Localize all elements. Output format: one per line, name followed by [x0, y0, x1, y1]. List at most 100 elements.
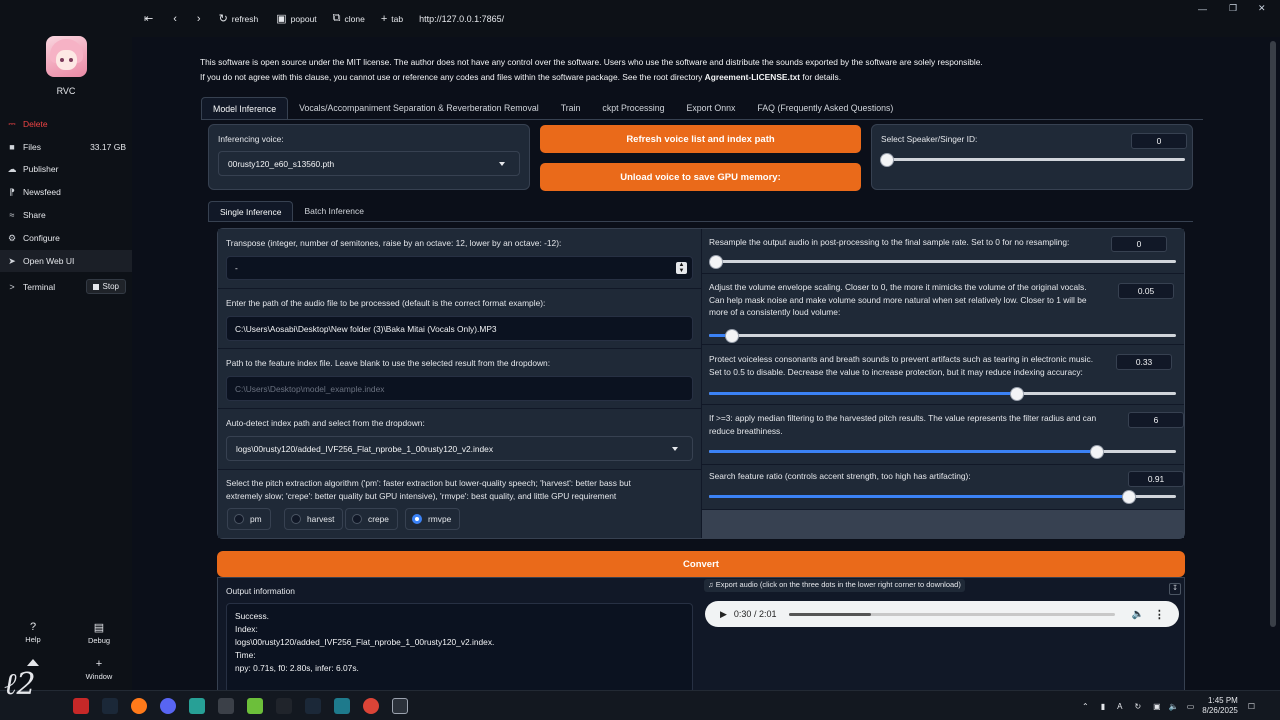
app-avatar[interactable] — [46, 36, 87, 77]
pitch-option-pm[interactable]: pm — [227, 508, 271, 530]
tab-single-inference[interactable]: Single Inference — [208, 201, 294, 221]
speaker-slider[interactable] — [881, 153, 1185, 166]
minimize-icon[interactable]: — — [1198, 4, 1207, 14]
tab-batch-inference[interactable]: Batch Inference — [293, 201, 375, 221]
chrome-icon[interactable] — [363, 698, 379, 714]
battery-icon[interactable]: ▭ — [1187, 702, 1195, 711]
home-icon[interactable] — [27, 656, 39, 666]
download-icon[interactable]: ↧ — [1169, 583, 1181, 595]
sidebar-item-newsfeed[interactable]: ⁋ Newsfeed — [0, 181, 132, 203]
median-input[interactable]: 6 — [1128, 412, 1184, 428]
unload-voice-button[interactable]: Unload voice to save GPU memory: — [540, 163, 861, 191]
tab-model-inference[interactable]: Model Inference — [201, 97, 289, 119]
app-icon-teal[interactable] — [189, 698, 205, 714]
app-icon-book[interactable] — [334, 698, 350, 714]
speaker-icon[interactable]: 🔈 — [1169, 702, 1179, 711]
more-options-icon[interactable]: ⋮ — [1154, 608, 1165, 621]
index-path-input[interactable]: C:\Users\Desktop\model_example.index — [226, 376, 693, 401]
audio-progress[interactable] — [789, 612, 1116, 616]
app-icon-red[interactable] — [73, 698, 89, 714]
debug-button[interactable]: ▤ Debug — [79, 621, 119, 645]
transpose-input[interactable]: - ▲ ▼ — [226, 256, 693, 280]
slider-thumb[interactable] — [710, 255, 722, 268]
url-bar[interactable]: http://127.0.0.1:7865/ — [419, 14, 504, 24]
protect-input[interactable]: 0.33 — [1116, 354, 1172, 370]
window-button[interactable]: + Window — [79, 658, 119, 681]
sync-icon[interactable]: ↻ — [1134, 702, 1141, 711]
pinokio-icon[interactable] — [392, 698, 408, 714]
voice-dropdown[interactable]: 00rusty120_e60_s13560.pth — [218, 151, 520, 176]
help-button[interactable]: ? Help — [13, 621, 53, 644]
sidebar-item-label: Configure — [23, 233, 60, 243]
firefox-icon[interactable] — [131, 698, 147, 714]
volume-icon[interactable]: 🔈 — [1131, 609, 1143, 620]
volume-slider[interactable] — [709, 329, 1176, 342]
slider-thumb[interactable] — [1011, 387, 1024, 400]
pitch-option-crepe[interactable]: crepe — [345, 508, 398, 530]
sidebar-item-share[interactable]: ≈ Share — [0, 204, 132, 226]
clone-button[interactable]: ⧉ clone — [333, 9, 365, 29]
microphone-icon[interactable]: ▮ — [1101, 702, 1105, 711]
refresh-button[interactable]: ↻ refresh — [219, 9, 259, 29]
network-icon[interactable]: ▣ — [1153, 702, 1161, 711]
new-tab-button[interactable]: + tab — [381, 9, 403, 29]
clock[interactable]: 1:45 PM 8/26/2025 — [1202, 696, 1238, 716]
convert-button[interactable]: Convert — [217, 551, 1185, 577]
notepad-icon[interactable] — [247, 698, 263, 714]
tab-separation[interactable]: Vocals/Accompaniment Separation & Reverb… — [288, 97, 550, 119]
app-icon-diamond[interactable] — [276, 698, 292, 714]
tab-ckpt-processing[interactable]: ckpt Processing — [591, 97, 675, 119]
audio-player[interactable]: ▶ 0:30 / 2:01 🔈 ⋮ — [705, 601, 1179, 627]
play-icon[interactable]: ▶ — [720, 609, 727, 620]
tab-train[interactable]: Train — [550, 97, 592, 119]
maximize-icon[interactable]: ❐ — [1229, 3, 1237, 14]
resample-slider[interactable] — [710, 255, 1176, 268]
sidebar-item-files[interactable]: ■ Files 33.17 GB — [0, 136, 132, 158]
stop-button[interactable]: Stop — [85, 279, 126, 294]
stepper-icon[interactable]: ▲ ▼ — [676, 262, 687, 274]
plus-icon: + — [380, 12, 388, 25]
protect-slider[interactable] — [709, 387, 1176, 400]
popout-button[interactable]: ▣ popout — [276, 9, 316, 29]
speaker-id-input[interactable]: 0 — [1131, 133, 1187, 149]
discord-icon[interactable] — [160, 698, 176, 714]
pitch-option-rmvpe[interactable]: rmvpe — [405, 508, 461, 530]
steam-icon-2[interactable] — [305, 698, 321, 714]
notification-icon[interactable]: ☐ — [1248, 702, 1255, 711]
chevron-up-icon[interactable]: ⌃ — [1082, 702, 1089, 711]
steam-icon[interactable] — [102, 698, 118, 714]
sidebar-item-open-web-ui[interactable]: ➤ Open Web UI — [0, 250, 132, 272]
scrollbar-thumb[interactable] — [1270, 41, 1276, 627]
app-icon-gray[interactable] — [218, 698, 234, 714]
trash-icon: ⎓ — [8, 118, 16, 129]
tab-export-onnx[interactable]: Export Onnx — [676, 97, 747, 119]
ratio-input[interactable]: 0.91 — [1128, 471, 1184, 487]
output-textbox[interactable]: Success. Index: logs\00rusty120/added_IV… — [226, 603, 693, 690]
volume-input[interactable]: 0.05 — [1118, 283, 1174, 299]
desktop: RVC ⎓ Delete ■ Files 33.17 GB ☁ Publishe… — [0, 0, 1280, 720]
pitch-option-harvest[interactable]: harvest — [284, 508, 344, 530]
back-button[interactable]: ‹ — [173, 9, 177, 29]
slider-thumb[interactable] — [726, 329, 739, 342]
close-icon[interactable]: ✕ — [1258, 3, 1266, 14]
sidebar-item-publisher[interactable]: ☁ Publisher — [0, 158, 132, 180]
audio-path-input[interactable]: C:\Users\Aosabi\Desktop\New folder (3)\B… — [226, 316, 693, 341]
median-slider[interactable] — [709, 445, 1176, 458]
sidebar-item-delete[interactable]: ⎓ Delete — [0, 113, 132, 135]
progress-fill — [789, 612, 871, 616]
sidebar-item-terminal[interactable]: > Terminal Stop — [0, 276, 132, 298]
font-icon[interactable]: A — [1117, 702, 1122, 711]
ratio-slider[interactable] — [709, 490, 1176, 503]
sidebar-item-configure[interactable]: ⚙ Configure — [0, 227, 132, 249]
stop-label: Stop — [102, 282, 119, 291]
collapse-sidebar-button[interactable]: ⇤ — [144, 9, 153, 29]
slider-thumb[interactable] — [881, 153, 893, 166]
auto-index-dropdown[interactable]: logs\00rusty120/added_IVF256_Flat_nprobe… — [226, 436, 693, 461]
slider-thumb[interactable] — [1090, 445, 1103, 458]
page-scrollbar[interactable] — [1268, 37, 1278, 690]
slider-thumb[interactable] — [1123, 490, 1136, 503]
resample-input[interactable]: 0 — [1111, 236, 1167, 252]
refresh-voice-button[interactable]: Refresh voice list and index path — [540, 125, 861, 153]
forward-button[interactable]: › — [197, 9, 201, 29]
tab-faq[interactable]: FAQ (Frequently Asked Questions) — [746, 97, 904, 119]
